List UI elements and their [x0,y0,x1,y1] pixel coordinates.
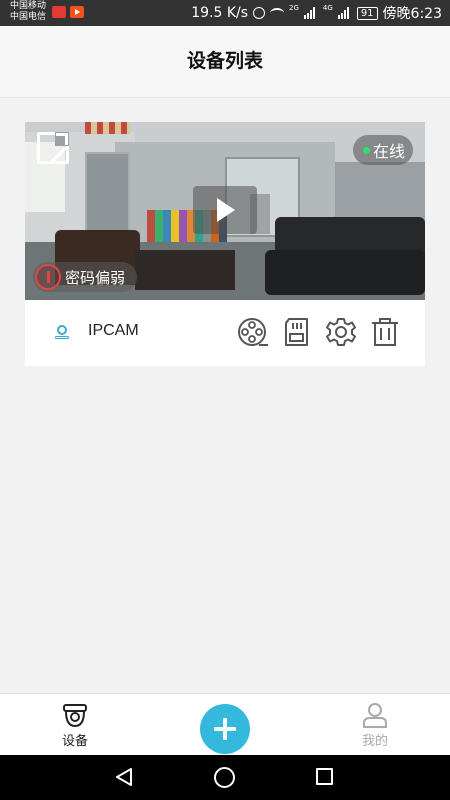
online-dot-icon [362,146,370,154]
wifi-icon [270,8,285,18]
sd-card-button[interactable] [281,316,313,348]
device-info-row: IPCAM [25,300,425,366]
settings-button[interactable] [325,316,357,348]
fullscreen-icon[interactable] [37,132,69,164]
system-nav-bar [0,755,450,800]
notification-video-icon [70,6,84,18]
preview-table [135,250,235,290]
device-card[interactable]: 在线 密码偏弱 IPCAM [25,122,425,366]
tab-mine-label: 我的 [361,734,388,749]
carrier-2: 中国电信 [10,12,47,22]
signal-2g-label: 2G [289,4,299,12]
app-header: 设备列表 [0,26,450,98]
user-icon [363,703,387,728]
carrier-1: 中国移动 [10,1,47,11]
warning-icon [35,264,61,290]
weak-password-label: 密码偏弱 [65,268,126,287]
camera-preview[interactable]: 在线 密码偏弱 [25,122,425,300]
recent-apps-icon[interactable] [316,768,333,785]
alarm-icon [253,7,266,19]
camera-lens [57,325,67,335]
clock: 傍晚6:23 [382,6,442,22]
ipcam-icon [54,325,70,341]
gear-icon [326,318,356,346]
trash-icon [372,318,398,346]
carrier-info: 中国移动 中国电信 [10,1,46,23]
home-icon[interactable] [214,767,235,788]
weak-password-warning[interactable]: 密码偏弱 [33,262,138,292]
add-device-button[interactable] [200,704,250,754]
signal-icon [303,7,318,19]
device-name: IPCAM [88,322,139,339]
camera-icon [63,704,87,728]
tab-devices[interactable]: 设备 [45,702,105,749]
preview-sofa-seat [265,250,425,295]
tab-mine[interactable]: 我的 [345,702,405,749]
online-status-badge: 在线 [352,135,413,165]
battery-indicator: 91 [356,6,378,20]
signal-icon-2 [337,7,352,19]
preview-wall-photos [85,122,130,134]
play-button[interactable] [193,186,257,234]
status-icons: 19.5 K/s 2G 4G 91 傍晚6:23 [191,4,442,22]
status-bar: 中国移动 中国电信 19.5 K/s 2G 4G 91 傍晚6:23 [0,0,450,26]
online-status-label: 在线 [372,142,405,161]
sd-card-icon [285,318,308,346]
film-reel-icon [238,318,268,346]
fullscreen-arrow [56,133,68,145]
net-speed: 19.5 K/s [191,5,249,21]
back-icon[interactable] [114,767,134,787]
delete-button[interactable] [369,316,401,348]
signal-4g-label: 4G [322,4,333,12]
page-title: 设备列表 [186,50,263,72]
playback-button[interactable] [237,316,269,348]
camera-base [55,336,69,339]
bottom-nav: 设备 我的 [0,693,450,755]
tab-devices-label: 设备 [61,734,88,749]
notification-app-icon [52,6,66,18]
